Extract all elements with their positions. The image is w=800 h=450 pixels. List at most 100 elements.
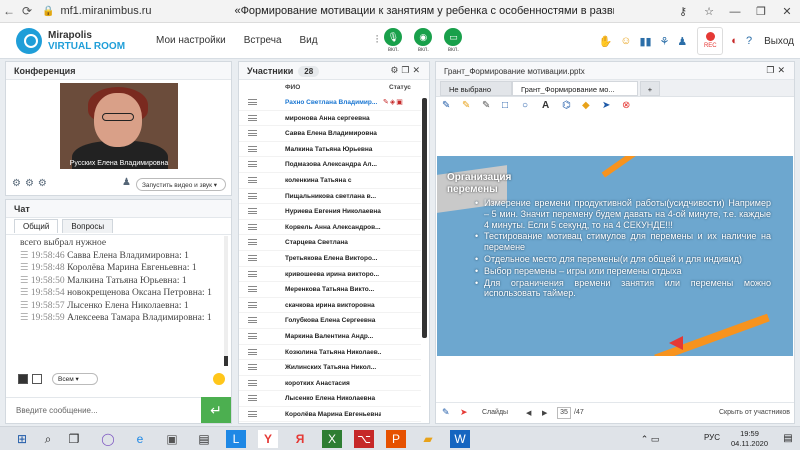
bg-color-icon[interactable] — [32, 374, 42, 384]
drag-handle-icon[interactable] — [248, 364, 257, 371]
drag-handle-icon[interactable] — [248, 270, 257, 277]
screen-share-button[interactable]: ▭ вкл. — [444, 28, 463, 53]
list-item[interactable]: Нуриева Евгения Николаевна — [239, 204, 421, 220]
send-button[interactable]: ↵ — [201, 397, 231, 423]
notifications-icon[interactable]: ▤ — [778, 430, 798, 448]
list-item[interactable]: Пищальникова светлана в... — [239, 189, 421, 205]
video-feed[interactable]: Русских Елена Владимировна — [60, 83, 178, 169]
pointer-icon[interactable]: ➤ — [602, 100, 610, 111]
rectangle-icon[interactable]: □ — [502, 100, 508, 111]
task-view-icon[interactable]: ❐ — [64, 430, 84, 448]
drag-handle-icon[interactable] — [248, 332, 257, 339]
text-color-icon[interactable] — [18, 374, 28, 384]
alice-icon[interactable]: ◯ — [98, 430, 118, 448]
yandex-icon[interactable]: Я — [290, 430, 310, 448]
list-item[interactable]: Старцева Светлана — [239, 235, 421, 251]
record-button[interactable]: REC — [697, 27, 724, 55]
reload-icon[interactable]: ⟳ — [18, 4, 36, 18]
prev-slide-icon[interactable]: ◀ — [526, 409, 531, 417]
eraser-icon[interactable]: ◆ — [582, 100, 590, 111]
text-tool-icon[interactable]: A — [542, 100, 549, 111]
chat-message-input[interactable]: Введите сообщение... — [6, 397, 201, 423]
close-icon[interactable]: ✕ — [774, 5, 800, 18]
windows-start-icon[interactable]: ⊞ — [12, 430, 32, 448]
list-item[interactable]: миронова Анна сергеевна — [239, 111, 421, 127]
slides-label[interactable]: Слайды — [482, 409, 508, 416]
language-indicator[interactable]: РУС — [704, 433, 720, 442]
exit-button[interactable]: Выход — [764, 36, 794, 47]
drag-handle-icon[interactable] — [248, 379, 257, 386]
clear-icon[interactable]: ⊗ — [622, 100, 630, 111]
next-slide-icon[interactable]: ▶ — [542, 409, 547, 417]
drag-handle-icon[interactable] — [248, 208, 257, 215]
tab-questions[interactable]: Вопросы — [62, 219, 114, 233]
drag-handle-icon[interactable] — [248, 161, 257, 168]
list-item[interactable]: Рахно Светлана Владимир... ✎◈▣ — [239, 95, 421, 111]
search-icon[interactable]: ⌕ — [38, 430, 58, 448]
list-item[interactable]: кривошеева ирина викторо... — [239, 267, 421, 283]
hide-from-participants-button[interactable]: Скрыть от участников — [719, 409, 790, 416]
list-item[interactable]: коротких Анастасия — [239, 376, 421, 392]
l-app-icon[interactable]: L — [226, 430, 246, 448]
stats-icon[interactable]: ▮▮ — [639, 35, 651, 48]
network-icon[interactable]: ⚘ — [660, 35, 670, 48]
app-icon[interactable]: ▤ — [194, 430, 214, 448]
video-layout-icons[interactable]: ⚙⚙⚙ — [12, 178, 51, 189]
drag-handle-icon[interactable] — [248, 223, 257, 230]
folder-icon[interactable]: ▰ — [418, 430, 438, 448]
list-item[interactable]: Савва Елена Владимировна — [239, 126, 421, 142]
list-item[interactable]: Корвель Анна Александров... — [239, 220, 421, 236]
list-item[interactable]: Королёва Марина Евгеньевна — [239, 407, 421, 423]
emoji-picker-icon[interactable] — [213, 373, 225, 385]
drag-handle-icon[interactable] — [248, 410, 257, 417]
edge-icon[interactable]: e — [130, 430, 150, 448]
drag-handle-icon[interactable] — [248, 114, 257, 121]
drag-handle-icon[interactable] — [248, 176, 257, 183]
drag-handle-icon[interactable] — [248, 286, 257, 293]
user-icon[interactable]: ♟ — [677, 35, 687, 48]
drag-handle-icon[interactable] — [248, 317, 257, 324]
taskbar-clock[interactable]: 19:59 04.11.2020 — [731, 429, 768, 449]
back-arrow-icon[interactable]: ← — [0, 4, 18, 18]
drag-handle-icon[interactable] — [248, 348, 257, 355]
system-tray-icons[interactable]: ⌃ ▭ ◖)) — [640, 430, 660, 448]
restore-icon[interactable]: ❐ — [748, 5, 774, 18]
menu-view[interactable]: Вид — [300, 35, 318, 46]
tab-presentation-file[interactable]: Грант_Формирование мо... — [512, 81, 638, 96]
slide-canvas[interactable]: Организация перемены Измерение времени п… — [437, 156, 793, 356]
powerpoint-icon[interactable]: P — [386, 430, 406, 448]
drag-handle-icon[interactable] — [248, 301, 257, 308]
list-item[interactable]: Козюлина Татьяна Николаев... — [239, 345, 421, 361]
participants-scrollbar[interactable] — [422, 98, 427, 338]
list-item[interactable]: Голубкова Елена Сергеевна — [239, 313, 421, 329]
list-item[interactable]: Жилинских Татьяна Никол... — [239, 360, 421, 376]
menu-meeting[interactable]: Встреча — [244, 35, 282, 46]
url-text[interactable]: mf1.miranimbus.ru — [60, 5, 200, 17]
bookmark-icon[interactable]: ☆ — [696, 5, 722, 18]
fill-icon[interactable]: ⌬ — [562, 100, 571, 111]
pencil-icon[interactable]: ✎ — [442, 100, 450, 111]
word-icon[interactable]: W — [450, 430, 470, 448]
lock-icon[interactable]: 🔒 — [42, 6, 54, 17]
circle-icon[interactable]: ○ — [522, 100, 528, 111]
emoji-icon[interactable]: ☺ — [620, 35, 631, 47]
list-item[interactable]: Третьякова Елена Викторо... — [239, 251, 421, 267]
drag-handle-icon[interactable] — [248, 99, 257, 105]
drag-handle-icon[interactable] — [248, 145, 257, 152]
tab-general[interactable]: Общий — [14, 219, 59, 233]
list-item[interactable]: коленкина Татьяна с — [239, 173, 421, 189]
raise-hand-icon[interactable]: ✋ — [599, 35, 613, 48]
draw-mode-icon[interactable]: ✎ — [442, 407, 450, 418]
pdf-icon[interactable]: ⌥ — [354, 430, 374, 448]
marker-icon[interactable]: ✎ — [462, 100, 470, 111]
help-icon[interactable]: ? — [746, 35, 752, 47]
page-number-input[interactable]: 35 — [557, 407, 571, 419]
drag-handle-icon[interactable] — [248, 192, 257, 199]
list-item[interactable]: Меренкова Татьяна Викто... — [239, 282, 421, 298]
panel-controls-icon[interactable]: ⚙❐✕ — [390, 65, 423, 76]
excel-icon[interactable]: X — [322, 430, 342, 448]
chat-scrollbar[interactable] — [224, 236, 228, 366]
yandex-browser-icon[interactable]: Y — [258, 430, 278, 448]
list-item[interactable]: Маркина Валентина Андр... — [239, 329, 421, 345]
recipient-select[interactable]: Всем ▾ — [52, 373, 98, 385]
